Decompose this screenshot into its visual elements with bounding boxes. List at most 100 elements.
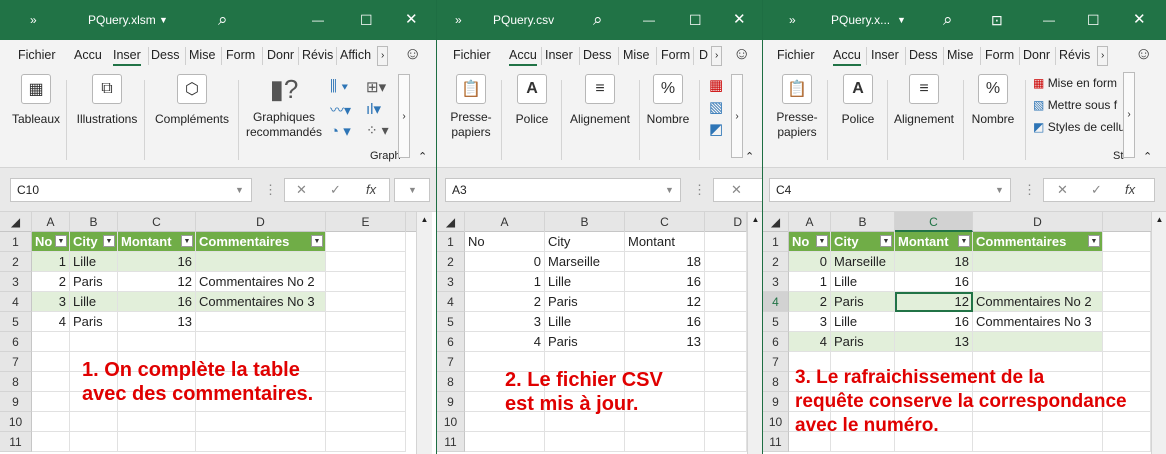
row-header[interactable]: 3	[437, 272, 465, 292]
tab-formules[interactable]: Form	[985, 48, 1014, 62]
tab-mise-en-page[interactable]: Mise	[947, 48, 973, 62]
table-cell[interactable]: Lille	[70, 292, 118, 312]
empty-cell[interactable]	[705, 372, 747, 392]
empty-cell[interactable]	[705, 352, 747, 372]
cell-styles-item[interactable]: ◩ Styles de cellu	[1033, 120, 1125, 134]
empty-cell[interactable]	[118, 332, 196, 352]
table-cell[interactable]: Lille	[831, 312, 895, 332]
table-cell[interactable]: Lille	[831, 272, 895, 292]
table-header-cell[interactable]: Commentaires ▼	[973, 232, 1103, 252]
table-header-cell[interactable]: No ▼	[32, 232, 70, 252]
ribbon-nombre[interactable]: % Nombre	[643, 74, 693, 127]
empty-cell[interactable]	[705, 312, 747, 332]
table-header-cell[interactable]: No	[465, 232, 545, 252]
table-cell[interactable]: 12	[625, 292, 705, 312]
fx-icon[interactable]: fx	[366, 182, 376, 197]
empty-cell[interactable]	[326, 392, 406, 412]
table-cell[interactable]: 18	[895, 252, 973, 272]
ribbon-tableaux[interactable]: ▦ Tableaux	[10, 74, 62, 127]
row-header[interactable]: 10	[763, 412, 789, 432]
tab-scroll-right[interactable]: ›	[377, 46, 389, 66]
tab-revision[interactable]: Révis	[1059, 48, 1090, 62]
ribbon-display-icon[interactable]: ⊡	[991, 0, 1003, 40]
row-header[interactable]: 4	[763, 292, 789, 312]
table-cell[interactable]: 16	[118, 252, 196, 272]
table-cell[interactable]: 12	[895, 292, 973, 312]
column-header[interactable]: B	[545, 212, 625, 232]
empty-cell[interactable]	[326, 332, 406, 352]
cancel-icon[interactable]: ✕	[296, 182, 307, 198]
table-cell[interactable]: 1	[32, 252, 70, 272]
table-cell[interactable]	[973, 272, 1103, 292]
confirm-icon[interactable]: ✓	[1091, 182, 1102, 198]
restore-icon[interactable]: ☐	[689, 0, 702, 40]
empty-cell[interactable]	[32, 372, 70, 392]
ribbon-scroll-right[interactable]: ›	[398, 74, 410, 158]
empty-cell[interactable]	[705, 392, 747, 412]
row-header[interactable]: 2	[763, 252, 789, 272]
ribbon-presse-papiers[interactable]: 📋 Presse- papiers	[771, 74, 823, 140]
format-as-table-item[interactable]: ▧ Mettre sous f	[1033, 98, 1117, 112]
table-cell[interactable]	[196, 252, 326, 272]
empty-cell[interactable]	[1103, 312, 1151, 332]
column-chart-icon[interactable]: ⫼ ▾	[330, 78, 348, 95]
filter-dropdown-icon[interactable]: ▼	[958, 235, 970, 247]
empty-cell[interactable]	[32, 352, 70, 372]
table-header-cell[interactable]: Montant ▼	[118, 232, 196, 252]
empty-cell[interactable]	[32, 432, 70, 452]
quick-access-icon[interactable]: »	[455, 0, 462, 40]
table-cell[interactable]: 2	[32, 272, 70, 292]
vertical-scrollbar[interactable]: ▲	[1151, 212, 1166, 454]
table-cell[interactable]	[973, 332, 1103, 352]
quick-access-icon[interactable]: »	[30, 0, 37, 40]
row-header[interactable]: 3	[0, 272, 32, 292]
table-cell[interactable]: 4	[465, 332, 545, 352]
table-cell[interactable]: Paris	[831, 332, 895, 352]
empty-cell[interactable]	[705, 292, 747, 312]
ribbon-scroll-right[interactable]: ›	[1123, 72, 1135, 158]
table-cell[interactable]: Paris	[545, 332, 625, 352]
row-header[interactable]: 11	[0, 432, 32, 452]
empty-cell[interactable]	[196, 432, 326, 452]
empty-cell[interactable]	[1103, 292, 1151, 312]
table-cell[interactable]: 13	[118, 312, 196, 332]
row-header[interactable]: 9	[763, 392, 789, 412]
tab-insertion[interactable]: Inser	[113, 48, 141, 66]
empty-cell[interactable]	[326, 292, 406, 312]
table-cell[interactable]: 1	[465, 272, 545, 292]
table-cell[interactable]: 16	[625, 312, 705, 332]
chevron-down-icon[interactable]: ▼	[897, 0, 906, 40]
table-cell[interactable]: 16	[625, 272, 705, 292]
empty-cell[interactable]	[1103, 232, 1151, 252]
empty-cell[interactable]	[70, 332, 118, 352]
close-icon[interactable]: ✕	[405, 0, 418, 40]
close-icon[interactable]: ✕	[1133, 0, 1146, 40]
minimize-icon[interactable]: —	[312, 0, 324, 40]
tab-dessin[interactable]: Dess	[583, 48, 611, 62]
table-header-cell[interactable]: Commentaires ▼	[196, 232, 326, 252]
table-cell[interactable]: 13	[625, 332, 705, 352]
restore-icon[interactable]: ☐	[1087, 0, 1100, 40]
tab-formules[interactable]: Form	[226, 48, 255, 62]
vertical-scrollbar[interactable]: ▲	[416, 212, 432, 454]
table-cell[interactable]: Commentaires No 3	[973, 312, 1103, 332]
empty-cell[interactable]	[465, 432, 545, 452]
table-cell[interactable]: 18	[625, 252, 705, 272]
tab-accueil[interactable]: Accu	[74, 48, 102, 62]
vertical-scrollbar[interactable]: ▲	[747, 212, 762, 454]
table-cell[interactable]: 12	[118, 272, 196, 292]
tab-insertion[interactable]: Inser	[545, 48, 573, 62]
empty-cell[interactable]	[326, 432, 406, 452]
table-cell[interactable]: 16	[895, 272, 973, 292]
cancel-icon[interactable]: ✕	[1057, 182, 1068, 198]
column-header-partial[interactable]: D	[705, 212, 747, 232]
cancel-icon[interactable]: ✕	[731, 182, 742, 198]
row-header[interactable]: 9	[437, 392, 465, 412]
filter-dropdown-icon[interactable]: ▼	[880, 235, 892, 247]
empty-cell[interactable]	[118, 432, 196, 452]
column-header[interactable]: B	[70, 212, 118, 232]
column-header[interactable]: D	[196, 212, 326, 232]
table-header-cell[interactable]: City ▼	[831, 232, 895, 252]
table-cell[interactable]: Paris	[70, 272, 118, 292]
row-header[interactable]: 5	[437, 312, 465, 332]
